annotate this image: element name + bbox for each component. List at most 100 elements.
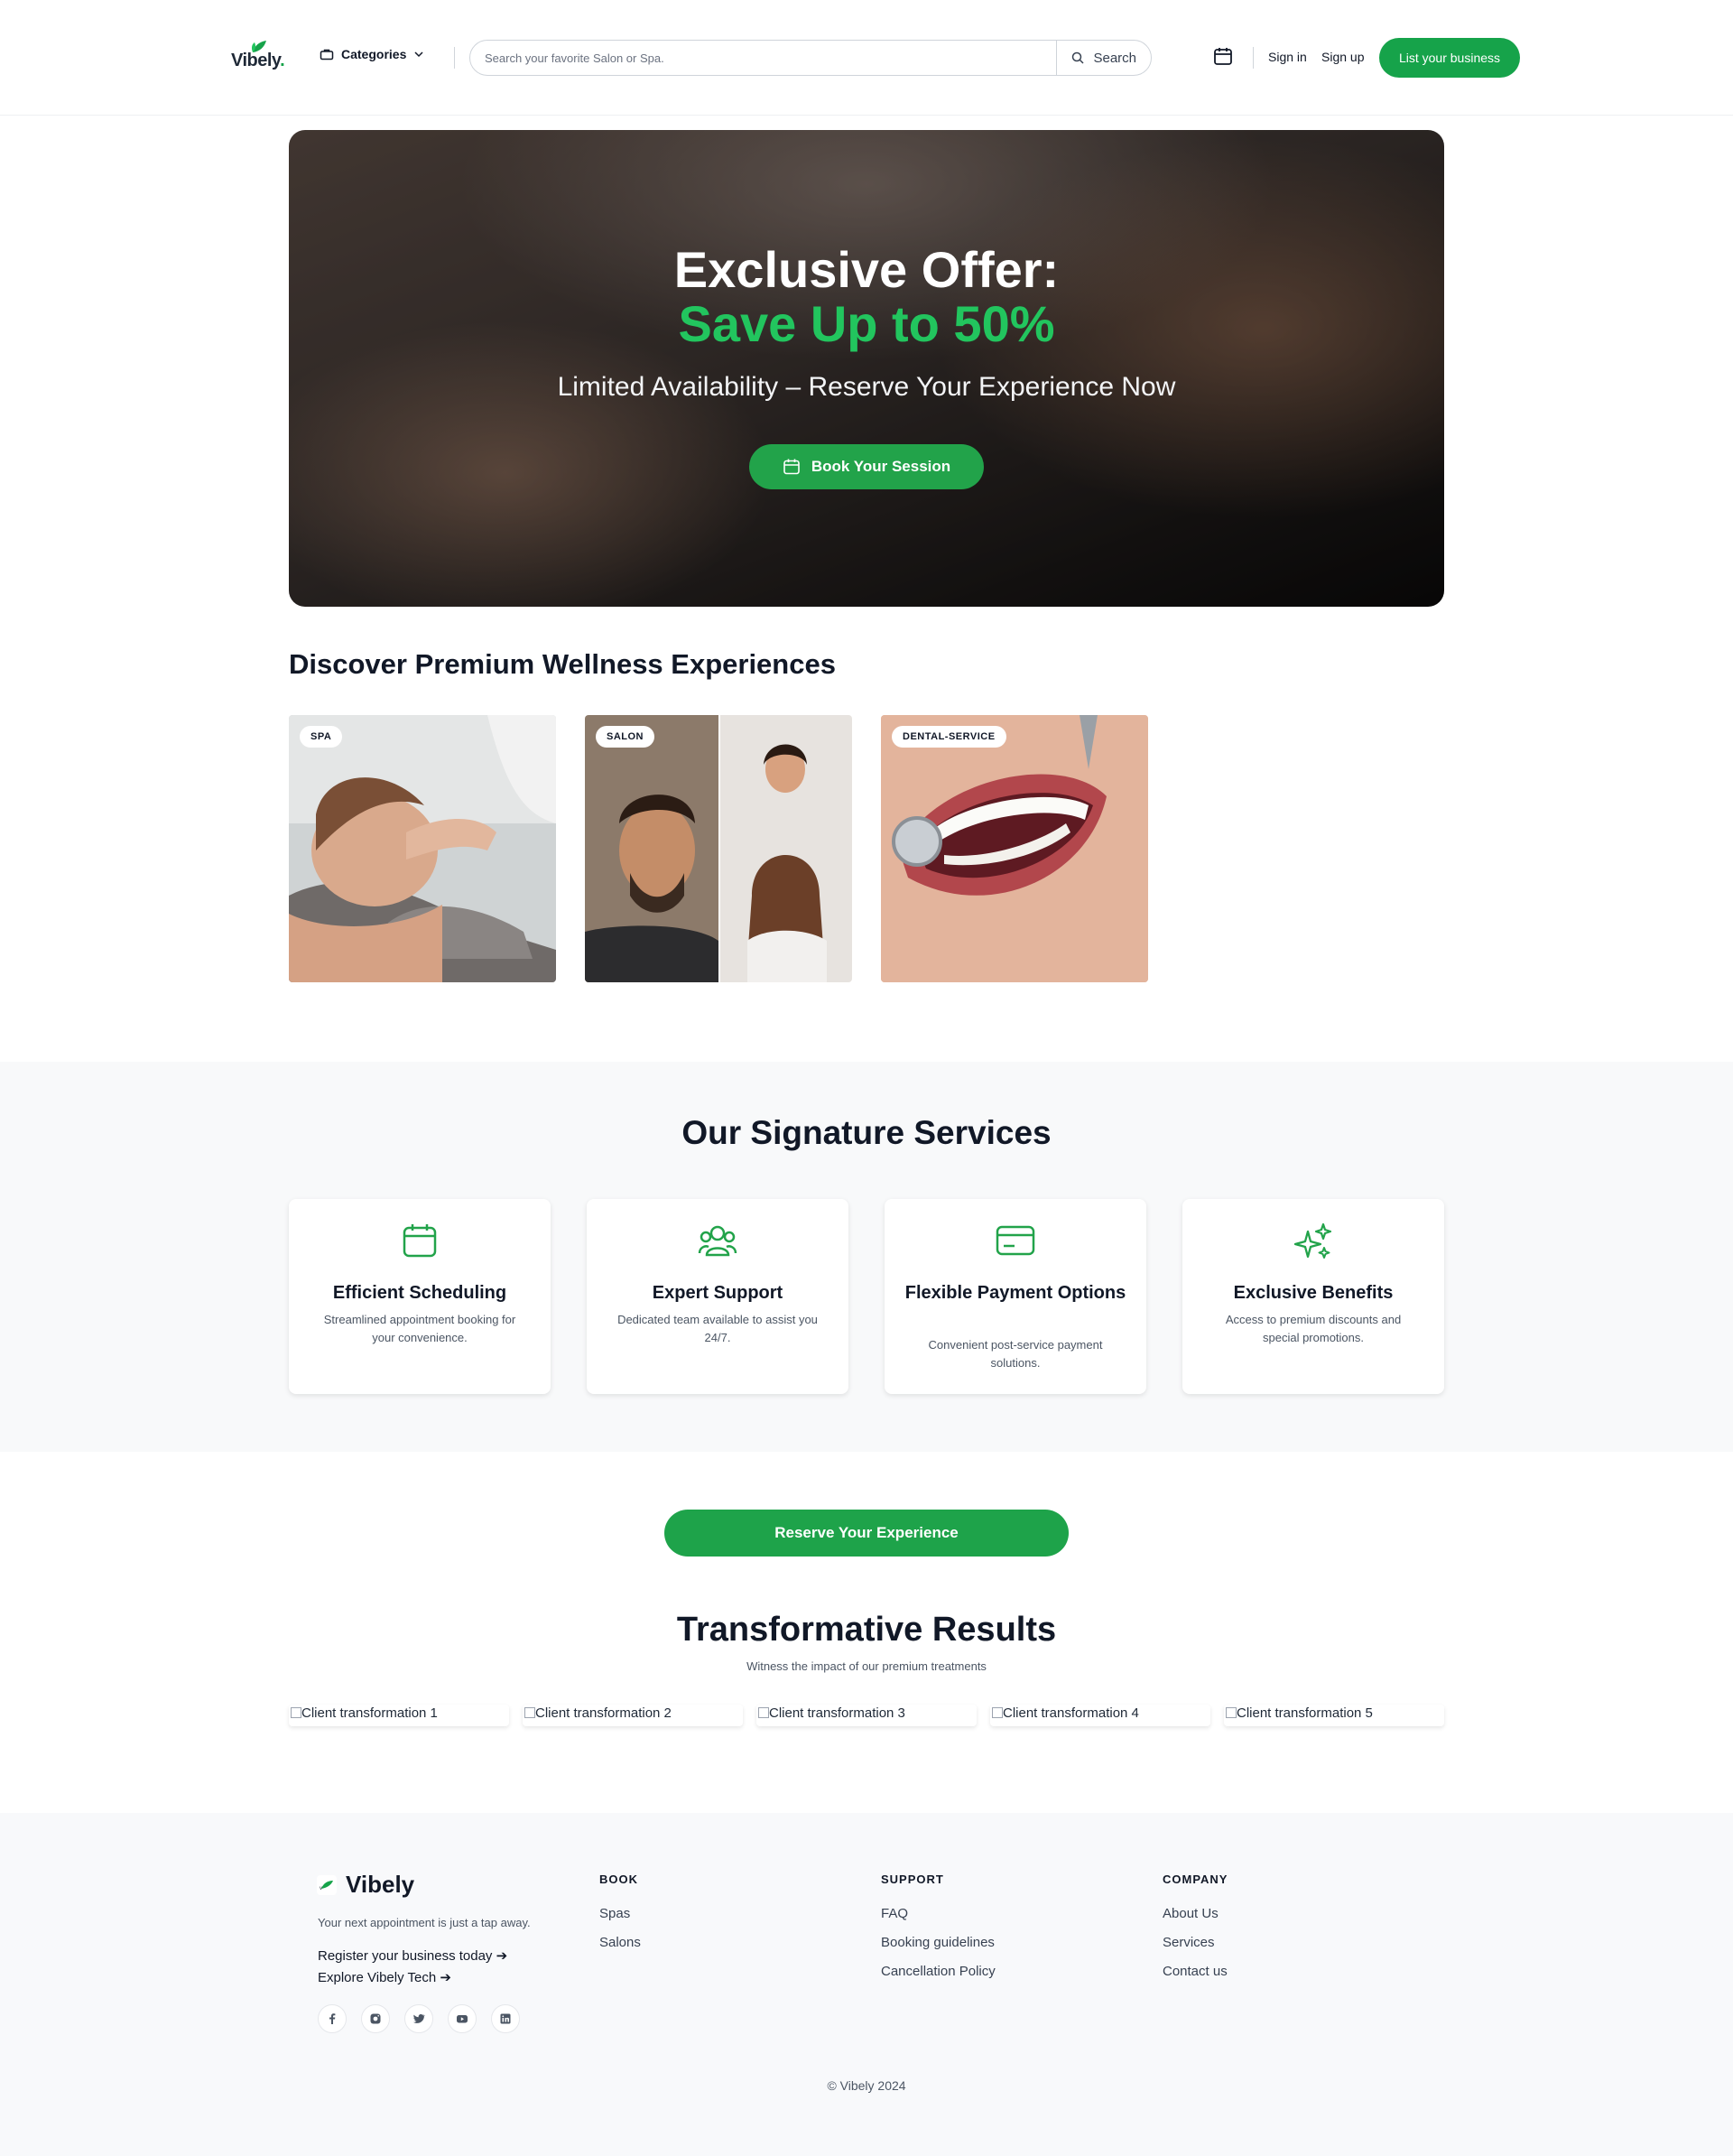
results-title: Transformative Results: [676, 1611, 1057, 1649]
logo-text: Vibely: [231, 51, 281, 70]
category-badge: DENTAL-SERVICE: [892, 726, 1006, 748]
broken-image-icon: [524, 1707, 535, 1718]
service-desc: Access to premium discounts and special …: [1225, 1313, 1402, 1344]
broken-image-icon: [291, 1707, 301, 1718]
credit-card-icon: [996, 1225, 1035, 1256]
reserve-experience-button[interactable]: Reserve Your Experience: [664, 1510, 1069, 1557]
broken-image-icon: [1226, 1707, 1237, 1718]
site-footer: [0, 1813, 1733, 2156]
service-desc: Streamlined appointment booking for your…: [323, 1313, 516, 1344]
footer-link[interactable]: Contact us: [1163, 1964, 1228, 1979]
facebook-link[interactable]: [318, 2004, 347, 2033]
broken-image-icon: [992, 1707, 1003, 1718]
footer-brand[interactable]: v Vibely: [317, 1871, 414, 1899]
instagram-link[interactable]: [361, 2004, 390, 2033]
logo-icon: v: [317, 1874, 337, 1895]
category-card-spa[interactable]: SPA: [289, 715, 556, 982]
briefcase-icon: [320, 49, 334, 60]
hero-title: Exclusive Offer:: [673, 241, 1060, 298]
book-session-button[interactable]: Book Your Session: [749, 444, 984, 489]
calendar-icon: [1214, 48, 1232, 65]
linkedin-link[interactable]: [491, 2004, 520, 2033]
copyright: © Vibely 2024: [827, 2078, 906, 2093]
instagram-icon: [370, 2013, 381, 2024]
categories-dropdown[interactable]: Categories: [320, 47, 424, 61]
footer-column-title: COMPANY: [1163, 1873, 1228, 1886]
service-card: Expert Support Dedicated team available …: [587, 1199, 848, 1394]
result-image-alt: Client transformation 5: [1237, 1705, 1373, 1721]
footer-link[interactable]: FAQ: [881, 1906, 908, 1921]
chevron-down-icon: [414, 51, 423, 58]
dental-image: [881, 715, 1148, 982]
service-card: Exclusive Benefits Access to premium dis…: [1182, 1199, 1444, 1394]
list-business-button[interactable]: List your business: [1379, 38, 1520, 78]
twitter-icon: [412, 2014, 425, 2023]
service-name: Expert Support: [652, 1283, 783, 1303]
search-input[interactable]: [470, 41, 1057, 75]
explore-tech-link[interactable]: Explore Vibely Tech ➔: [318, 1969, 451, 1985]
hero-highlight: Save Up to 50%: [678, 295, 1055, 352]
hero-banner: Exclusive Offer: Save Up to 50% Limited …: [289, 130, 1444, 607]
service-name: Efficient Scheduling: [332, 1283, 507, 1303]
youtube-link[interactable]: [448, 2004, 477, 2033]
services-title: Our Signature Services: [681, 1114, 1052, 1151]
service-card: Flexible Payment Options Convenient post…: [885, 1199, 1146, 1394]
footer-link[interactable]: Booking guidelines: [881, 1935, 995, 1950]
result-image: Client transformation 3: [756, 1705, 977, 1726]
footer-column-title: BOOK: [599, 1873, 638, 1886]
divider: [454, 47, 455, 69]
salon-image: [585, 715, 852, 982]
twitter-link[interactable]: [404, 2004, 433, 2033]
category-badge: SALON: [596, 726, 654, 748]
calendar-button[interactable]: [1213, 46, 1233, 70]
youtube-icon: [457, 2015, 468, 2023]
service-card: Efficient Scheduling Streamlined appoint…: [289, 1199, 551, 1394]
result-image-alt: Client transformation 1: [301, 1705, 438, 1721]
sign-in-link[interactable]: Sign in: [1268, 50, 1307, 64]
result-image: Client transformation 2: [523, 1705, 743, 1726]
divider: [1253, 47, 1254, 69]
result-image: Client transformation 5: [1224, 1705, 1444, 1726]
calendar-icon: [783, 459, 800, 475]
footer-link[interactable]: Spas: [599, 1906, 630, 1921]
logo[interactable]: Vibely.: [231, 40, 289, 76]
search-icon: [1072, 51, 1084, 64]
result-image-alt: Client transformation 2: [535, 1705, 672, 1721]
result-image-alt: Client transformation 3: [769, 1705, 905, 1721]
result-image: Client transformation 1: [289, 1705, 509, 1726]
search-bar: Search: [469, 40, 1152, 76]
result-image: Client transformation 4: [990, 1705, 1210, 1726]
category-badge: SPA: [300, 726, 343, 748]
calendar-icon: [403, 1224, 437, 1258]
discover-title: Discover Premium Wellness Experiences: [289, 648, 836, 680]
social-links: [318, 2004, 520, 2033]
sign-up-link[interactable]: Sign up: [1321, 50, 1364, 64]
footer-tagline: Your next appointment is just a tap away…: [318, 1916, 531, 1929]
footer-column-title: SUPPORT: [881, 1873, 944, 1886]
linkedin-icon: [500, 2013, 511, 2024]
category-card-salon[interactable]: SALON: [585, 715, 852, 982]
footer-link[interactable]: About Us: [1163, 1906, 1219, 1921]
category-card-dental[interactable]: DENTAL-SERVICE: [881, 715, 1148, 982]
spa-image: [289, 715, 556, 982]
broken-image-icon: [758, 1707, 769, 1718]
results-subtitle: Witness the impact of our premium treatm…: [746, 1659, 987, 1673]
footer-brand-name: Vibely: [346, 1871, 415, 1898]
service-name: Flexible Payment Options: [904, 1283, 1126, 1303]
service-desc: Convenient post-service payment solution…: [928, 1338, 1103, 1370]
categories-label: Categories: [341, 47, 407, 61]
result-image-alt: Client transformation 4: [1003, 1705, 1139, 1721]
sparkles-icon: [1293, 1222, 1332, 1259]
search-button-label: Search: [1093, 50, 1136, 66]
svg-text:v: v: [320, 1886, 322, 1891]
facebook-icon: [329, 2013, 336, 2024]
footer-link[interactable]: Salons: [599, 1935, 641, 1950]
service-desc: Dedicated team available to assist you 2…: [617, 1313, 818, 1344]
hero-subtitle: Limited Availability – Reserve Your Expe…: [557, 372, 1176, 402]
footer-link[interactable]: Services: [1163, 1935, 1215, 1950]
search-button[interactable]: Search: [1056, 41, 1151, 75]
register-business-link[interactable]: Register your business today ➔: [318, 1947, 507, 1964]
book-session-label: Book Your Session: [811, 458, 951, 475]
footer-link[interactable]: Cancellation Policy: [881, 1964, 996, 1979]
site-header: Vibely. Categories Search Sign in Sign u…: [0, 0, 1733, 116]
